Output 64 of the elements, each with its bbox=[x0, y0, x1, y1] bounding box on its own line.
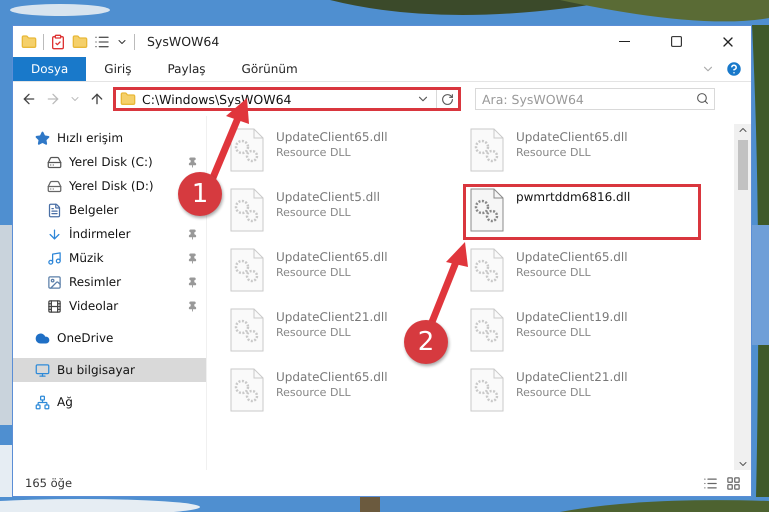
music-note-icon bbox=[47, 250, 62, 266]
file-gear-icon bbox=[470, 128, 504, 172]
properties-icon[interactable] bbox=[50, 34, 66, 50]
sidebar-item[interactable]: Yerel Disk (D:) bbox=[13, 174, 162, 198]
folder-icon bbox=[120, 91, 136, 107]
sidebar-item[interactable]: Bu bilgisayar bbox=[13, 358, 206, 382]
file-item[interactable]: pwmrtddm6816.dll bbox=[463, 184, 701, 240]
file-item[interactable]: UpdateClient65.dll Resource DLL bbox=[463, 124, 635, 180]
sidebar-item[interactable]: Müzik bbox=[13, 246, 206, 270]
sidebar-item[interactable]: Hızlı erişim bbox=[13, 126, 206, 150]
sidebar-item[interactable]: İndirmeler bbox=[13, 222, 206, 246]
scrollbar[interactable] bbox=[734, 124, 751, 470]
file-gear-icon bbox=[230, 308, 264, 352]
cloud-icon bbox=[35, 330, 50, 346]
ribbon-tab[interactable]: Görünüm bbox=[224, 57, 316, 81]
file-gear-icon bbox=[470, 368, 504, 412]
sidebar-item[interactable]: Belgeler bbox=[13, 198, 127, 222]
picture-icon bbox=[47, 274, 62, 290]
star-icon bbox=[35, 130, 50, 146]
view-options-icon[interactable] bbox=[94, 34, 110, 50]
help-icon[interactable] bbox=[725, 60, 743, 78]
file-gear-icon bbox=[230, 248, 264, 292]
address-bar[interactable]: C:\Windows\SysWOW64 bbox=[113, 87, 461, 111]
download-icon bbox=[47, 226, 62, 242]
file-item[interactable]: UpdateClient21.dll Resource DLL bbox=[223, 304, 395, 360]
file-item[interactable]: UpdateClient5.dll Resource DLL bbox=[223, 184, 387, 240]
file-gear-icon bbox=[470, 188, 504, 232]
sidebar-item[interactable]: OneDrive bbox=[13, 326, 206, 350]
file-gear-icon bbox=[470, 248, 504, 292]
file-item[interactable]: UpdateClient65.dll Resource DLL bbox=[223, 124, 395, 180]
ribbon-tab[interactable]: Dosya bbox=[13, 57, 86, 81]
file-gear-icon bbox=[470, 308, 504, 352]
back-button[interactable] bbox=[21, 91, 37, 107]
minimize-icon bbox=[618, 40, 630, 42]
file-item[interactable]: UpdateClient21.dll Resource DLL bbox=[463, 364, 635, 420]
window-title: SysWOW64 bbox=[147, 34, 220, 49]
network-icon bbox=[35, 394, 50, 410]
file-gear-icon bbox=[230, 128, 264, 172]
monitor-icon bbox=[35, 362, 50, 378]
document-icon bbox=[47, 202, 62, 218]
ribbon-tab[interactable]: Paylaş bbox=[149, 57, 224, 81]
sidebar-item[interactable]: Yerel Disk (C:) bbox=[13, 150, 206, 174]
file-item[interactable]: UpdateClient65.dll Resource DLL bbox=[463, 244, 635, 300]
details-view-icon[interactable] bbox=[703, 476, 718, 490]
up-button[interactable] bbox=[89, 91, 105, 107]
file-item[interactable]: UpdateClient65.dll Resource DLL bbox=[223, 364, 395, 420]
file-gear-icon bbox=[230, 188, 264, 232]
scroll-thumb[interactable] bbox=[738, 140, 748, 190]
refresh-icon bbox=[441, 92, 454, 106]
file-item[interactable]: UpdateClient65.dll Resource DLL bbox=[223, 244, 395, 300]
ribbon-tab[interactable]: Giriş bbox=[86, 57, 150, 81]
file-item[interactable]: UpdateClient19.dll Resource DLL bbox=[463, 304, 635, 360]
drive-icon bbox=[47, 178, 62, 194]
search-field[interactable]: Ara: SysWOW64 bbox=[475, 88, 715, 110]
sidebar-item[interactable]: Videolar bbox=[13, 294, 206, 318]
sidebar-item[interactable]: Resimler bbox=[13, 270, 206, 294]
drive-icon bbox=[47, 154, 62, 170]
large-icons-view-icon[interactable] bbox=[726, 476, 741, 490]
file-gear-icon bbox=[230, 368, 264, 412]
search-icon bbox=[696, 92, 709, 105]
maximize-icon bbox=[670, 35, 682, 48]
sidebar-item[interactable]: Ağ bbox=[13, 390, 206, 414]
film-icon bbox=[47, 298, 62, 314]
item-count: 165 öğe bbox=[25, 476, 74, 490]
